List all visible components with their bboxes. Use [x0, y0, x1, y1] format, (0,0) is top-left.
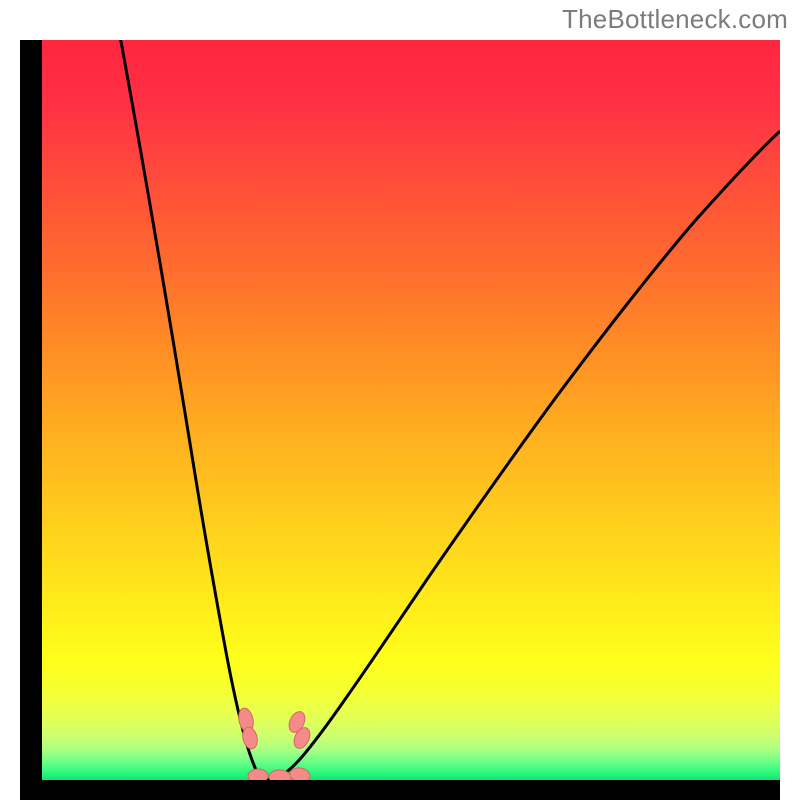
watermark-label: TheBottleneck.com [562, 4, 788, 35]
bottleneck-chart [0, 0, 800, 800]
chart-root: TheBottleneck.com [0, 0, 800, 800]
gradient-background [42, 40, 780, 780]
